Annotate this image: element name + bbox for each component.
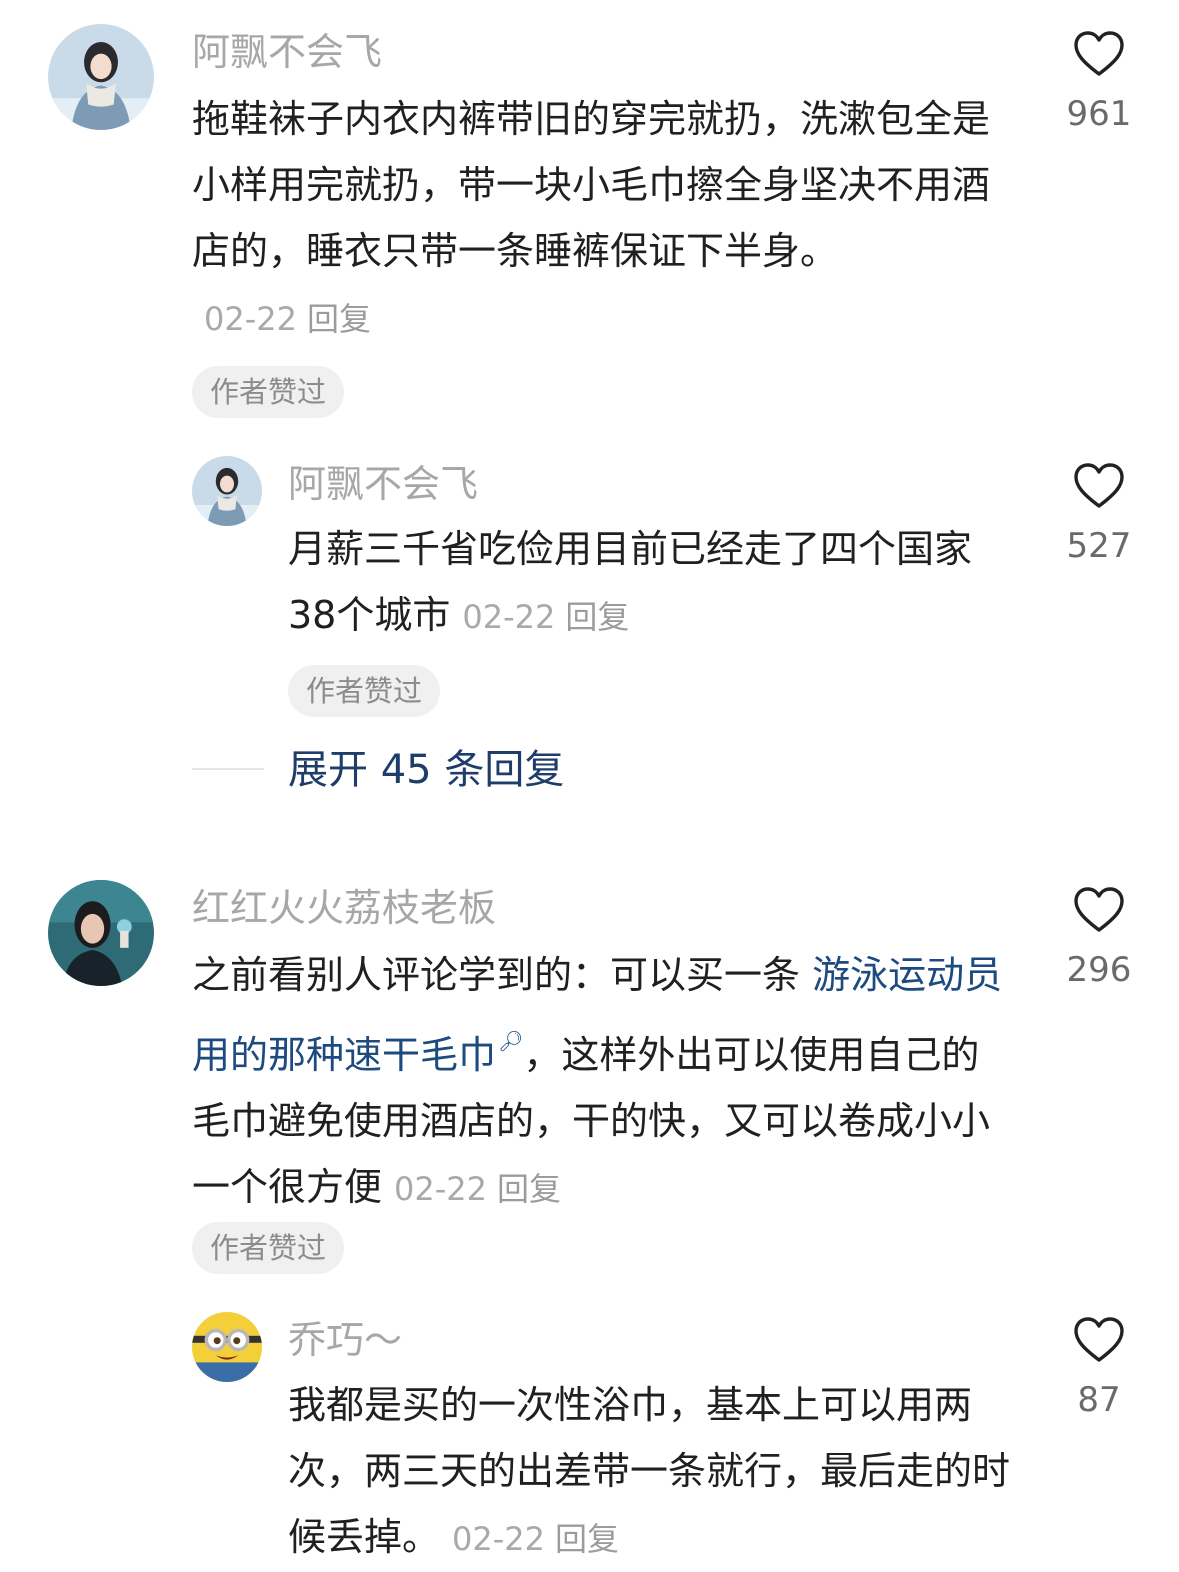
comment-meta: 02-22 回复 xyxy=(462,598,629,636)
comment-date: 02-22 xyxy=(462,598,556,636)
comment-text: 月薪三千省吃俭用目前已经走了四个国家 38个城市 02-22 回复 xyxy=(288,516,1028,650)
comment-body-before: 之前看别人评论学到的：可以买一条 xyxy=(192,953,813,997)
like-count: 961 xyxy=(1066,94,1132,134)
comment-text: 拖鞋袜子内衣内裤带旧的穿完就扔，洗漱包全是小样用完就扔，带一块小毛巾擦全身坚决不… xyxy=(192,86,1012,352)
comment-text: 我都是买的一次性浴巾，基本上可以用两次，两三天的出差带一条就行，最后走的时候丢掉… xyxy=(288,1372,1028,1572)
search-icon[interactable]: 🔎︎ xyxy=(498,1029,523,1053)
avatar-girl-scarf-icon[interactable] xyxy=(48,24,154,130)
like-count: 296 xyxy=(1066,950,1132,990)
like-button[interactable]: 87 xyxy=(1044,1316,1154,1420)
author-liked-badge: 作者赞过 xyxy=(192,366,345,418)
heart-icon xyxy=(1074,1317,1124,1362)
username[interactable]: 红红火火荔枝老板 xyxy=(192,884,496,932)
username[interactable]: 阿飘不会飞 xyxy=(192,28,382,76)
like-button[interactable]: 961 xyxy=(1044,30,1154,134)
expand-replies-label[interactable]: 展开 45 条回复 xyxy=(288,740,564,800)
comment-body: 我都是买的一次性浴巾，基本上可以用两次，两三天的出差带一条就行，最后走的时候丢掉… xyxy=(288,1383,1011,1559)
username[interactable]: 乔巧～ xyxy=(288,1316,402,1364)
comment-date: 02-22 xyxy=(452,1520,545,1558)
avatar-girl-scarf-icon[interactable] xyxy=(192,456,262,526)
comment-meta: 02-22 回复 xyxy=(394,1170,561,1208)
like-button[interactable]: 296 xyxy=(1044,886,1154,990)
comment-body: 月薪三千省吃俭用目前已经走了四个国家 38个城市 xyxy=(288,527,973,637)
comment-meta: 02-22 回复 xyxy=(204,300,371,338)
reply-button[interactable]: 回复 xyxy=(565,598,629,636)
expand-replies-button[interactable]: 展开 45 条回复 xyxy=(190,740,690,800)
like-count: 87 xyxy=(1077,1380,1121,1420)
comment-date: 02-22 xyxy=(204,300,297,338)
comment-meta: 02-22 回复 xyxy=(452,1520,619,1558)
heart-icon xyxy=(1074,463,1124,508)
comment-date: 02-22 xyxy=(394,1170,487,1208)
like-button[interactable]: 527 xyxy=(1044,462,1154,566)
divider-line xyxy=(192,768,264,770)
username[interactable]: 阿飘不会飞 xyxy=(288,460,478,508)
reply-button[interactable]: 回复 xyxy=(555,1520,619,1558)
comment-text: 之前看别人评论学到的：可以买一条 游泳运动员用的那种速干毛巾 🔎︎，这样外出可以使… xyxy=(192,942,1012,1222)
reply-button[interactable]: 回复 xyxy=(497,1170,561,1208)
heart-icon xyxy=(1074,31,1124,76)
avatar-woman-photo-icon[interactable] xyxy=(48,880,154,986)
author-liked-badge: 作者赞过 xyxy=(288,665,441,717)
comment-body: 拖鞋袜子内衣内裤带旧的穿完就扔，洗漱包全是小样用完就扔，带一块小毛巾擦全身坚决不… xyxy=(192,97,991,273)
avatar-minion-icon[interactable] xyxy=(192,1312,262,1382)
author-liked-badge: 作者赞过 xyxy=(192,1222,345,1274)
heart-icon xyxy=(1074,887,1124,932)
reply-button[interactable]: 回复 xyxy=(307,300,371,338)
like-count: 527 xyxy=(1066,526,1132,566)
